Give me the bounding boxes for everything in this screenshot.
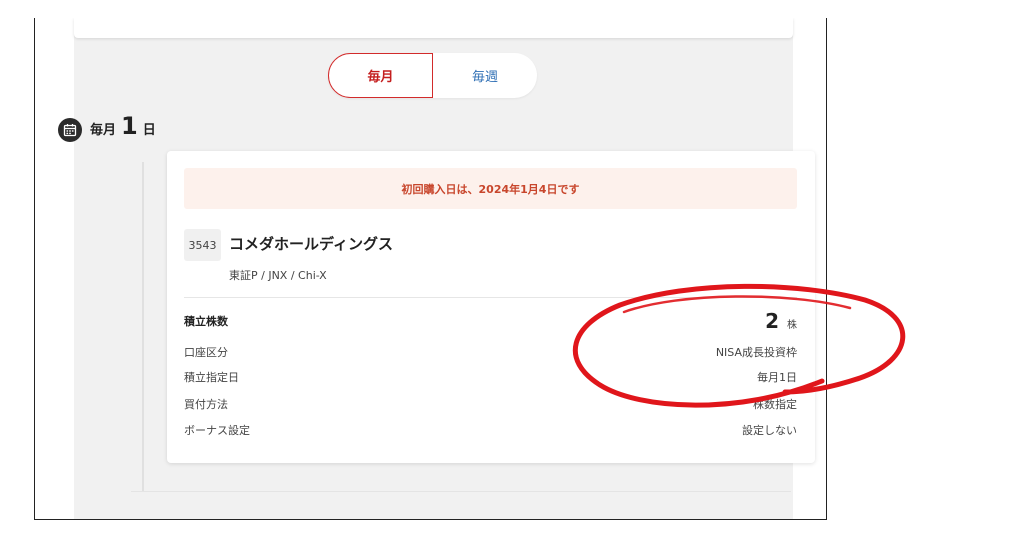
frequency-toggle: 毎月 毎週 (328, 53, 537, 98)
quantity-value: 2 株 (765, 309, 797, 333)
order-card: 初回購入日は、2024年1月4日です 3543 コメダホールディングス 東証P … (167, 151, 815, 463)
stock-market: 東証P / JNX / Chi-X (229, 269, 327, 282)
detail-row-method: 買付方法 株数指定 (184, 394, 797, 414)
previous-card-edge (74, 18, 793, 38)
detail-label: 口座区分 (184, 346, 228, 359)
detail-row-bonus: ボーナス設定 設定しない (184, 420, 797, 440)
schedule-prefix: 毎月 (90, 123, 117, 138)
detail-row-quantity: 積立株数 2 株 (184, 309, 797, 333)
detail-value: 株数指定 (753, 398, 797, 411)
detail-value: NISA成長投資枠 (715, 346, 797, 359)
detail-value: 毎月1日 (757, 371, 797, 384)
screenshot-frame: 毎月 毎週 初回購入日は、2024年1月4日です 3543 コメダホールディング… (34, 18, 827, 520)
detail-label: 積立株数 (184, 315, 228, 328)
quantity-unit: 株 (787, 320, 797, 331)
detail-value: 設定しない (742, 424, 797, 437)
quantity-number: 2 (765, 309, 779, 333)
first-purchase-notice: 初回購入日は、2024年1月4日です (184, 168, 797, 209)
calendar-icon (58, 118, 82, 142)
detail-label: 積立指定日 (184, 371, 239, 384)
section-divider (131, 491, 791, 492)
content-panel: 毎月 毎週 初回購入日は、2024年1月4日です 3543 コメダホールディング… (74, 18, 815, 519)
schedule-heading: 毎月 1 日 (90, 112, 156, 144)
detail-row-date: 積立指定日 毎月1日 (184, 367, 797, 387)
detail-row-account: 口座区分 NISA成長投資枠 (184, 342, 797, 362)
stock-code-badge: 3543 (184, 229, 221, 261)
tab-monthly[interactable]: 毎月 (328, 53, 433, 98)
tab-weekly[interactable]: 毎週 (433, 53, 537, 98)
stock-name: コメダホールディングス (229, 235, 393, 253)
detail-label: ボーナス設定 (184, 424, 250, 437)
schedule-suffix: 日 (142, 123, 156, 138)
detail-label: 買付方法 (184, 398, 228, 411)
schedule-day: 1 (121, 112, 138, 140)
card-divider (184, 297, 797, 298)
schedule-timeline (142, 162, 144, 492)
